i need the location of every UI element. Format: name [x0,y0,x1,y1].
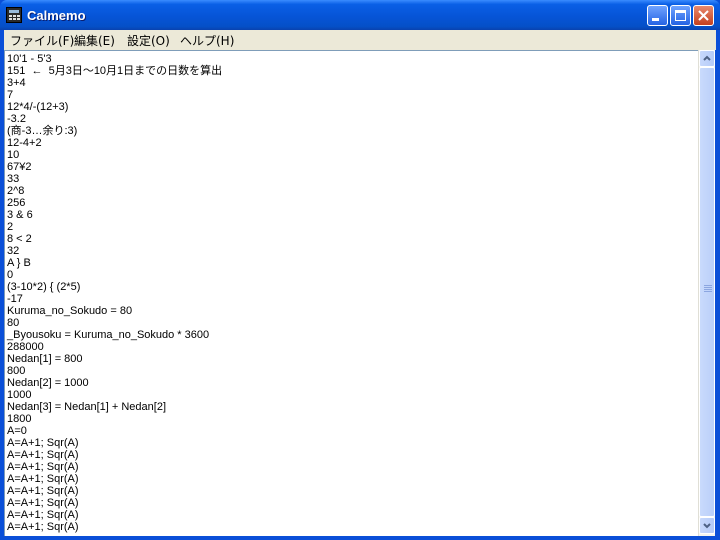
text-editor[interactable]: 10'1 - 5'3 151 ← 5月3日～10月1日までの日数を算出 3+4 7 12… [4,50,698,536]
minimize-button[interactable] [647,5,668,26]
editor-line: Nedan[2] = 1000 [7,377,89,389]
editor-line: (商-3…余り:3) [7,125,78,137]
editor-line: 151 ← 5月3日～10月1日までの日数を算出 [7,65,223,77]
editor-line: A=A+1; Sqr(A) [7,473,79,485]
editor-line: -17 [7,293,23,305]
editor-line: A=0 [7,425,27,437]
scroll-up-button[interactable] [699,50,715,67]
window-frame-bottom [0,536,720,540]
editor-line: 12*4/-(12+3) [7,101,69,113]
editor-line: 3+4 [7,77,26,89]
editor-line: 67¥2 [7,161,32,173]
editor-line: A=A+1; Sqr(A) [7,521,79,533]
editor-line: Nedan[1] = 800 [7,353,83,365]
editor-line: 800 [7,365,26,377]
scroll-down-button[interactable] [699,517,715,534]
arrow-up-icon [703,55,711,61]
minimize-icon [652,18,659,21]
editor-line: (3-10*2) { (2*5) [7,281,81,293]
editor-line: A=A+1; Sqr(A) [7,449,79,461]
menu-settings[interactable]: 設定(O) [127,32,170,49]
editor-line: 2^8 [7,185,25,197]
editor-line: A=A+1; Sqr(A) [7,437,79,449]
editor-line: 32 [7,245,20,257]
editor-line: 80 [7,317,20,329]
editor-line: A=A+1; Sqr(A) [7,485,79,497]
scroll-thumb[interactable] [699,67,715,517]
editor-line: 12-4+2 [7,137,42,149]
editor-line: 1800 [7,413,32,425]
menu-bar: ファイル(F) 編集(E) 設定(O) ヘルプ(H) [4,30,716,50]
editor-line: 288000 [7,341,44,353]
editor-line: 0 [7,269,14,281]
editor-line: 3 & 6 [7,209,33,221]
editor-line: Kuruma_no_Sokudo = 80 [7,305,133,317]
editor-line: 7 [7,89,14,101]
editor-line: A=A+1; Sqr(A) [7,509,79,521]
editor-line: 10'1 - 5'3 [7,53,52,65]
editor-line: -3.2 [7,113,26,125]
editor-line: 8 < 2 [7,233,32,245]
close-button[interactable] [693,5,714,26]
editor-line: 2 [7,221,14,233]
window-title: Calmemo [27,8,86,23]
title-bar[interactable]: Calmemo [0,0,720,31]
editor-line: A=A+1; Sqr(A) [7,461,79,473]
vertical-scrollbar[interactable] [698,50,715,536]
close-icon [698,10,709,21]
maximize-icon [675,10,686,21]
maximize-button[interactable] [670,5,691,26]
editor-line: A } B [7,257,31,269]
menu-file[interactable]: ファイル(F) [10,32,74,49]
editor-line: A=A+1; Sqr(A) [7,497,79,509]
editor-line: 33 [7,173,20,185]
calculator-icon[interactable] [6,7,22,23]
window-frame-right [715,30,720,540]
menu-edit[interactable]: 編集(E) [74,32,115,49]
editor-line: 1000 [7,389,32,401]
editor-line: 256 [7,197,26,209]
editor-line: Nedan[3] = Nedan[1] + Nedan[2] [7,401,167,413]
menu-help[interactable]: ヘルプ(H) [180,32,234,49]
editor-line: 10 [7,149,20,161]
app-window: Calmemo ファイル(F) 編集(E) 設定(O) ヘルプ(H) 10'1 … [0,0,720,540]
arrow-down-icon [703,523,711,529]
editor-line: _Byousoku = Kuruma_no_Sokudo * 3600 [7,329,210,341]
